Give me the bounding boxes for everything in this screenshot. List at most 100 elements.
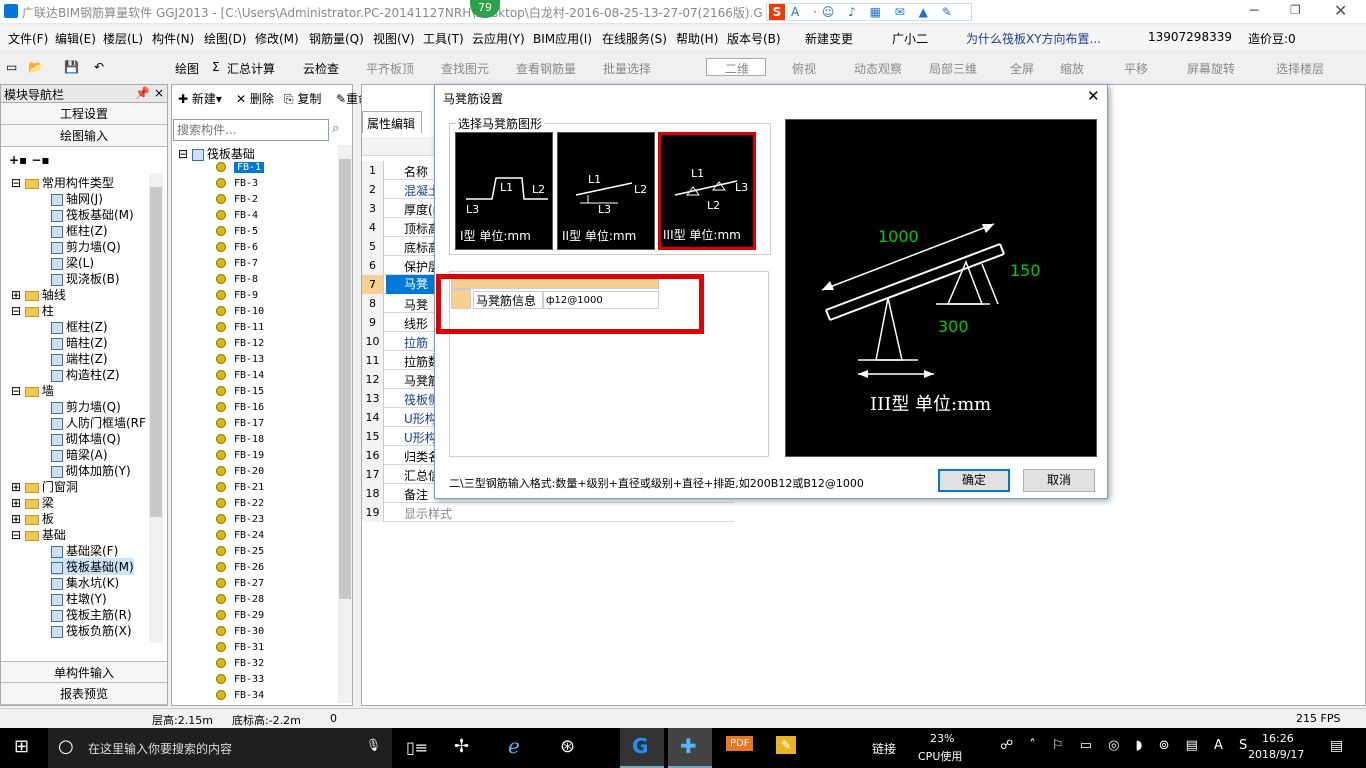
list-item[interactable]: FB-7 <box>216 258 258 269</box>
tree-foundation-beam[interactable]: 基础梁(F) <box>51 542 118 559</box>
project-settings-button[interactable]: 工程设置 <box>1 103 167 125</box>
draw-button[interactable]: 绘图 <box>175 60 199 77</box>
shape-type-2[interactable]: L1 L2 L3 II型 单位:mm <box>557 132 655 250</box>
tree-beam[interactable]: 梁(L) <box>51 254 94 271</box>
menu-rebar[interactable]: 钢筋量(Q) <box>309 30 364 47</box>
list-item[interactable]: FB-25 <box>216 546 264 557</box>
screen-rotate-button[interactable]: 屏幕旋转 <box>1187 60 1235 77</box>
list-item[interactable]: FB-13 <box>216 354 264 365</box>
tree-shear-wall-2[interactable]: 剪力墙(Q) <box>51 398 121 415</box>
tree-raft-main-rebar[interactable]: 筏板主筋(R) <box>51 606 132 623</box>
tree-masonry-rebar[interactable]: 砌体加筋(Y) <box>51 462 131 479</box>
menu-new-change[interactable]: 新建变更 <box>805 30 853 47</box>
list-item[interactable]: FB-24 <box>216 530 264 541</box>
list-item[interactable]: FB-28 <box>216 594 264 605</box>
sogou-toolbar[interactable]: S A ·☺ ♪ ▦ ✉ ▲ ✎ <box>766 3 972 21</box>
shape-type-3-selected[interactable]: L1 L3 L2 III型 单位:mm <box>658 132 756 250</box>
list-item[interactable]: FB-16 <box>216 402 264 413</box>
view-mode-select[interactable]: 二维 <box>706 58 766 76</box>
tree-axis-grid[interactable]: 轴网(J) <box>51 190 103 207</box>
tab-property-edit[interactable]: 属性编辑 <box>362 111 422 133</box>
list-item[interactable]: FB-4 <box>216 210 258 221</box>
taskbar-link-label[interactable]: 链接 <box>872 740 896 757</box>
start-icon[interactable]: ⊞ <box>14 736 29 757</box>
tree-beam-group[interactable]: ⊞ 梁 <box>11 494 54 511</box>
tree-root-raft[interactable]: ⊟ 筏板基础 <box>178 145 255 162</box>
tree-axis-line[interactable]: ⊞ 轴线 <box>11 286 66 303</box>
delete-component-button[interactable]: ✕ 删除 <box>236 90 274 107</box>
list-item[interactable]: FB-21 <box>216 482 264 493</box>
app-swirl-icon[interactable]: ⊛ <box>560 736 575 757</box>
menu-file[interactable]: 文件(F) <box>8 30 48 47</box>
edge-icon[interactable]: ℯ <box>508 734 520 758</box>
list-item[interactable]: FB-18 <box>216 434 264 445</box>
tree-structural-column[interactable]: 构造柱(Z) <box>51 366 120 383</box>
list-item[interactable]: FB-20 <box>216 466 264 477</box>
menu-help[interactable]: 帮助(H) <box>676 30 718 47</box>
save-icon[interactable]: 💾 <box>64 60 79 74</box>
list-item[interactable]: FB-15 <box>216 386 264 397</box>
batch-select-button[interactable]: 批量选择 <box>603 60 651 77</box>
list-item[interactable]: FB-12 <box>216 338 264 349</box>
dynamic-observe-button[interactable]: 动态观察 <box>854 60 902 77</box>
clock-date[interactable]: 2018/9/17 <box>1248 748 1304 761</box>
notification-icon[interactable]: ▤ <box>1330 738 1343 754</box>
view-rebar-button[interactable]: 查看钢筋量 <box>516 60 576 77</box>
taskbar-search-box[interactable]: ○ 在这里输入你要搜索的内容 🎙 <box>48 728 392 768</box>
cancel-button[interactable]: 取消 <box>1023 469 1095 492</box>
select-floor-button[interactable]: 选择楼层 <box>1276 60 1324 77</box>
ok-button[interactable]: 确定 <box>938 469 1010 492</box>
menu-component[interactable]: 构件(N) <box>152 30 194 47</box>
menu-edit[interactable]: 编辑(E) <box>55 30 96 47</box>
notepad-icon[interactable]: ✎ <box>776 736 797 754</box>
align-slab-top-button[interactable]: 平齐板顶 <box>366 60 414 77</box>
microphone-icon[interactable]: 🎙 <box>366 738 381 752</box>
menu-draw[interactable]: 绘图(D) <box>204 30 247 47</box>
tree-hidden-beam[interactable]: 暗梁(A) <box>51 446 108 463</box>
find-element-button[interactable]: 查找图元 <box>441 60 489 77</box>
nav-scrollbar[interactable] <box>149 173 163 643</box>
component-scrollbar[interactable] <box>338 145 352 703</box>
menu-phone[interactable]: 13907298339 <box>1148 30 1232 44</box>
clock-time[interactable]: 16:26 <box>1262 732 1294 745</box>
list-item[interactable]: FB-9 <box>216 290 258 301</box>
tree-masonry-wall[interactable]: 砌体墙(Q) <box>51 430 121 447</box>
shape-type-1[interactable]: L1 L2 L3 I型 单位:mm <box>455 132 553 250</box>
copy-component-button[interactable]: ⎘ 复制 <box>284 90 321 107</box>
list-item[interactable]: FB-2 <box>216 194 258 205</box>
tree-raft[interactable]: 筏板基础(M) <box>51 206 134 223</box>
list-item[interactable]: FB-10 <box>216 306 264 317</box>
zoom-button[interactable]: 缩放 <box>1060 60 1084 77</box>
menu-online[interactable]: 在线服务(S) <box>602 30 667 47</box>
list-item[interactable]: FB-1 <box>216 162 265 173</box>
top-view-button[interactable]: 俯视 <box>792 60 816 77</box>
list-item[interactable]: FB-8 <box>216 274 258 285</box>
open-icon[interactable]: 📂 <box>28 60 43 74</box>
menu-view[interactable]: 视图(V) <box>373 30 415 47</box>
list-item[interactable]: FB-19 <box>216 450 264 461</box>
tree-end-column[interactable]: 端柱(Z) <box>51 350 108 367</box>
tree-openings[interactable]: ⊞ 门窗洞 <box>11 478 78 495</box>
list-item[interactable]: FB-5 <box>216 226 258 237</box>
list-item[interactable]: FB-33 <box>216 674 264 685</box>
local-3d-button[interactable]: 局部三维 <box>929 60 977 77</box>
single-component-button[interactable]: 单构件输入 <box>1 661 167 683</box>
tree-frame-column[interactable]: 框柱(Z) <box>51 222 108 239</box>
list-item[interactable]: FB-23 <box>216 514 264 525</box>
close-button[interactable]: ✕ <box>1334 1 1347 20</box>
menu-floor[interactable]: 楼层(L) <box>103 30 143 47</box>
tree-raft-selected[interactable]: 筏板基础(M) <box>51 558 134 575</box>
list-item[interactable]: FB-11 <box>216 322 264 333</box>
task-view-icon[interactable]: ▯≡ <box>406 738 428 757</box>
summary-calc-button[interactable]: 汇总计算 <box>227 60 275 77</box>
list-item[interactable]: FB-14 <box>216 370 264 381</box>
list-item[interactable]: FB-32 <box>216 658 264 669</box>
tree-column-pier[interactable]: 柱墩(Y) <box>51 590 107 607</box>
fullscreen-button[interactable]: 全屏 <box>1010 60 1034 77</box>
menu-version[interactable]: 版本号(B) <box>727 30 781 47</box>
pdf-icon[interactable]: PDF <box>726 736 754 751</box>
list-item[interactable]: FB-29 <box>216 610 264 621</box>
minimize-button[interactable]: ─ <box>1250 3 1258 19</box>
tree-cast-slab[interactable]: 现浇板(B) <box>51 270 120 287</box>
menu-bim[interactable]: BIM应用(I) <box>533 30 592 47</box>
